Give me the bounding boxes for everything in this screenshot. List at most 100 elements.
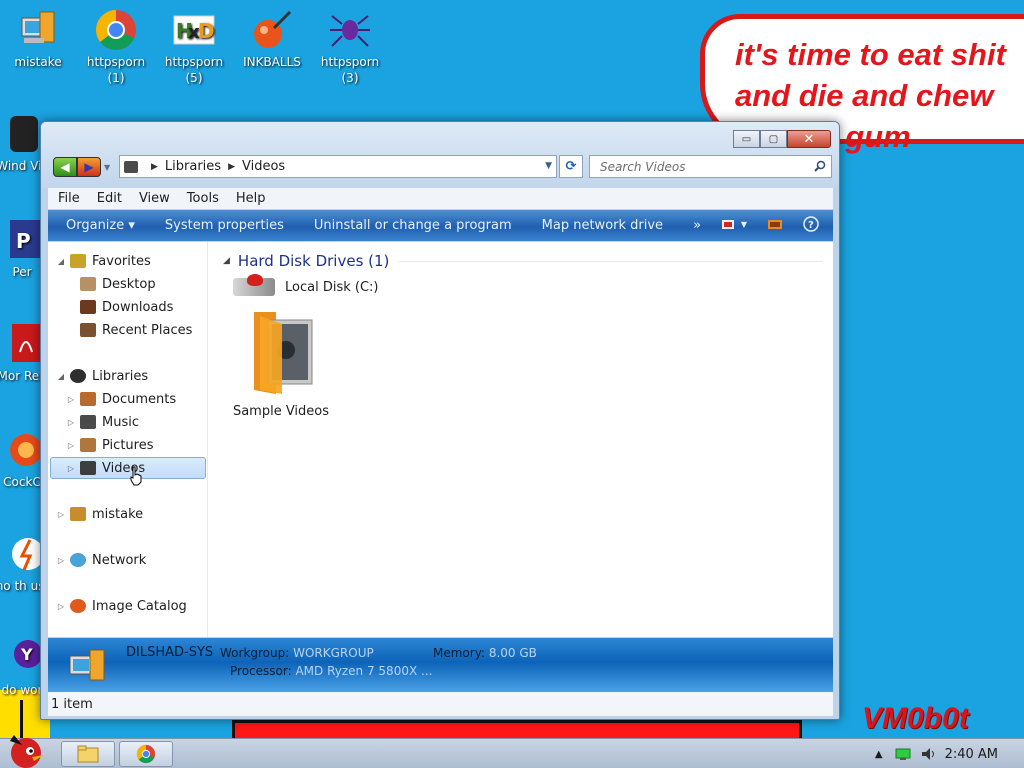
back-button[interactable]: ◀ (53, 157, 77, 177)
clock[interactable]: 2:40 AM (945, 747, 998, 762)
computer-icon (70, 507, 86, 521)
videos-icon (80, 461, 96, 475)
taskbar-chrome-button[interactable] (119, 741, 173, 767)
system-properties-button[interactable]: System properties (165, 218, 284, 233)
tree-item-network[interactable]: ▷ Network (56, 549, 146, 571)
tree-item-recent-places[interactable]: Recent Places (76, 319, 192, 341)
desktop-icon-inkballs[interactable]: INKBALLS (234, 8, 310, 70)
downloads-icon (80, 300, 96, 314)
svg-text:?: ? (808, 220, 814, 231)
recent-pages-dropdown-icon[interactable]: ▼ (104, 163, 110, 172)
group-divider (399, 260, 823, 262)
app-icon (0, 428, 44, 472)
flash-icon (0, 532, 44, 576)
minimize-button[interactable]: ▭ (733, 130, 760, 148)
item-count: 1 item (51, 696, 93, 712)
menu-bar: File Edit View Tools Help (48, 188, 833, 209)
show-hidden-icons-button[interactable]: ▲ (875, 749, 883, 760)
desktop-icon-mistake[interactable]: mistake (0, 8, 76, 70)
forward-button[interactable]: ▶ (77, 157, 101, 177)
uninstall-program-button[interactable]: Uninstall or change a program (314, 218, 512, 233)
refresh-icon: ⟳ (565, 159, 577, 174)
breadcrumb-separator-icon[interactable]: ▶ (151, 162, 158, 172)
tree-item-mistake[interactable]: ▷ mistake (56, 503, 143, 525)
organize-button[interactable]: Organize ▾ (66, 218, 135, 233)
expand-arrow-icon[interactable]: ▷ (66, 395, 76, 404)
svg-text:D: D (198, 19, 215, 43)
menu-file[interactable]: File (58, 191, 80, 206)
expand-arrow-icon[interactable]: ▷ (66, 418, 76, 427)
close-button[interactable]: ✕ (787, 130, 831, 148)
sample-videos-folder[interactable]: Sample Videos (231, 306, 331, 419)
search-input[interactable]: Search Videos (589, 155, 832, 178)
chrome-icon (94, 8, 138, 52)
navigation-arrows: ◀ ▶ ▼ (53, 157, 110, 177)
computer-icon (16, 8, 60, 52)
pdf-reader-icon (0, 322, 44, 366)
preview-pane-icon[interactable] (767, 218, 783, 231)
network-status-icon[interactable] (895, 747, 911, 761)
desktop-icon-httpsporn-1[interactable]: httpsporn (1) (78, 8, 154, 86)
expand-arrow-icon[interactable]: ▷ (56, 602, 66, 611)
tree-item-documents[interactable]: ▷ Documents (66, 388, 176, 410)
tree-item-desktop[interactable]: Desktop (76, 273, 156, 295)
more-commands-button[interactable]: » (693, 218, 701, 233)
breadcrumb-videos[interactable]: Videos (242, 159, 285, 174)
help-icon[interactable]: ? (803, 216, 819, 232)
group-header[interactable]: ◢ Hard Disk Drives (1) (223, 252, 823, 270)
command-bar: Organize ▾ System properties Uninstall o… (48, 210, 833, 241)
maximize-button[interactable]: ▢ (760, 130, 787, 148)
tree-item-favorites[interactable]: ◢ Favorites (56, 250, 151, 272)
menu-edit[interactable]: Edit (97, 191, 122, 206)
media-player-icon (0, 112, 44, 156)
desktop-icon-httpsporn-3[interactable]: httpsporn (3) (312, 8, 388, 86)
collapse-arrow-icon[interactable]: ◢ (56, 372, 66, 381)
local-disk-item[interactable]: Local Disk (C:) (233, 274, 378, 296)
address-bar[interactable]: ▶ Libraries ▶ Videos ▼ (119, 155, 557, 178)
tree-item-videos[interactable]: ▷ Videos (50, 457, 206, 486)
expand-arrow-icon[interactable]: ▷ (56, 556, 66, 565)
computer-icon (69, 649, 105, 681)
inkball-icon (250, 8, 294, 52)
expand-arrow-icon[interactable]: ▷ (66, 464, 76, 473)
collapse-group-icon[interactable]: ◢ (223, 256, 230, 266)
folder-icon (246, 306, 316, 396)
change-view-icon[interactable] (721, 218, 737, 231)
map-network-drive-button[interactable]: Map network drive (542, 218, 663, 233)
collapse-arrow-icon[interactable]: ◢ (56, 257, 66, 266)
tree-item-libraries[interactable]: ◢ Libraries (56, 365, 148, 387)
expand-arrow-icon[interactable]: ▷ (66, 441, 76, 450)
angry-bird-start-icon (10, 735, 44, 768)
start-button[interactable] (2, 731, 48, 768)
spider-solitaire-icon (328, 8, 372, 52)
network-icon (70, 553, 86, 567)
menu-view[interactable]: View (139, 191, 170, 206)
view-dropdown-icon[interactable]: ▼ (741, 220, 747, 229)
pictures-icon (80, 438, 96, 452)
taskbar-explorer-button[interactable] (61, 741, 115, 767)
tree-item-image-catalog[interactable]: ▷ Image Catalog (56, 595, 187, 617)
star-icon (70, 254, 86, 268)
desktop-icon-httpsporn-5[interactable]: HxD httpsporn (5) (156, 8, 232, 86)
svg-text:Y: Y (20, 645, 33, 664)
chrome-icon (136, 744, 156, 764)
breadcrumb-libraries[interactable]: Libraries (165, 159, 221, 174)
refresh-button[interactable]: ⟳ (559, 155, 583, 178)
tree-item-downloads[interactable]: Downloads (76, 296, 173, 318)
watermark-text: VM0b0t (862, 702, 969, 735)
memory-info: Memory: 8.00 GB (433, 646, 537, 660)
search-icon[interactable] (814, 160, 826, 172)
forward-arrow-icon: ▶ (84, 160, 94, 174)
address-dropdown-icon[interactable]: ▼ (545, 161, 552, 171)
volume-icon[interactable] (921, 747, 937, 761)
tree-item-pictures[interactable]: ▷ Pictures (66, 434, 154, 456)
breadcrumb-separator-icon[interactable]: ▶ (228, 162, 235, 172)
videos-library-icon (124, 160, 138, 173)
hxd-icon: HxD (172, 8, 216, 52)
tree-item-music[interactable]: ▷ Music (66, 411, 139, 433)
music-icon (80, 415, 96, 429)
menu-help[interactable]: Help (236, 191, 266, 206)
content-area: ◢ Hard Disk Drives (1) Local Disk (C:) S… (215, 242, 832, 637)
expand-arrow-icon[interactable]: ▷ (56, 510, 66, 519)
menu-tools[interactable]: Tools (187, 191, 219, 206)
